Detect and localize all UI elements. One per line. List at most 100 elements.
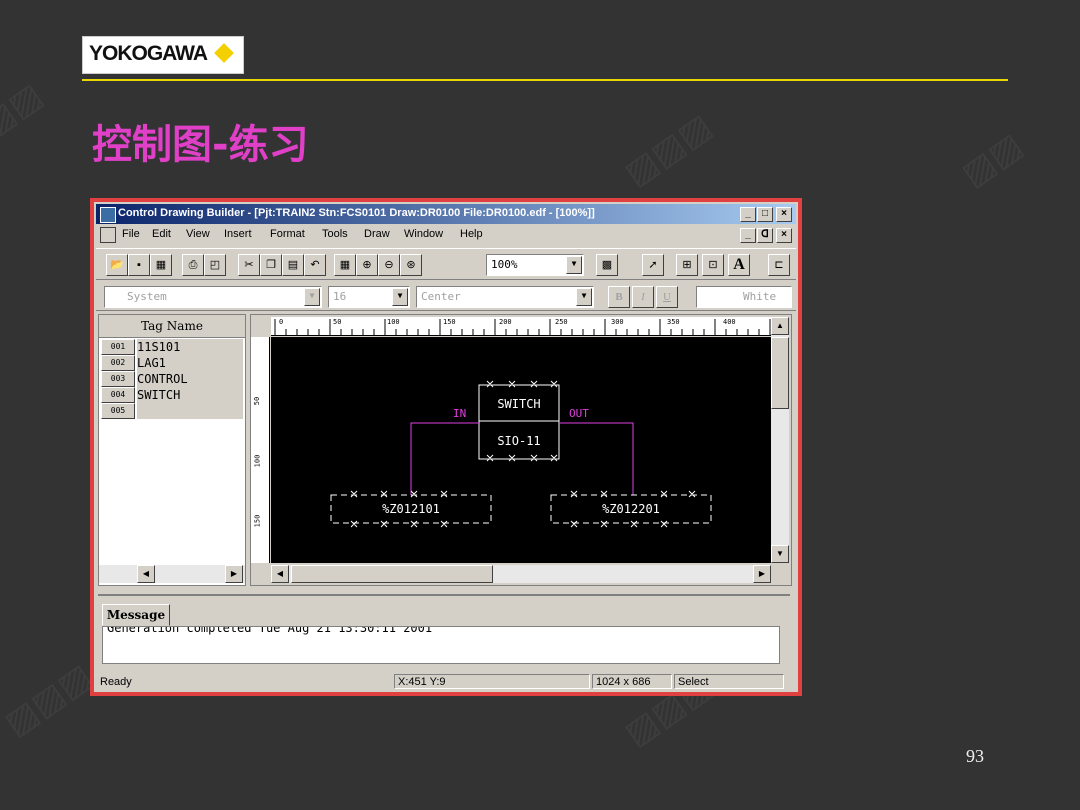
- extra-tool-icon[interactable]: ⊏: [768, 254, 790, 276]
- row-number: 005: [101, 403, 135, 419]
- menu-format[interactable]: Format: [270, 228, 305, 240]
- table-row[interactable]: 002 LAG1: [99, 355, 245, 371]
- table-row[interactable]: 004 SWITCH: [99, 387, 245, 403]
- chevron-down-icon[interactable]: ▼: [576, 288, 592, 306]
- table-row[interactable]: 001 11S101: [99, 339, 245, 355]
- zoom-value: 100%: [491, 258, 518, 271]
- scroll-right-icon[interactable]: ▶: [753, 565, 771, 583]
- menu-edit[interactable]: Edit: [152, 228, 171, 240]
- watermark: ▨▨▨: [0, 655, 100, 745]
- header-rule: [82, 79, 1008, 81]
- status-coords: X:451 Y:9: [394, 674, 590, 689]
- tag-name-cell[interactable]: CONTROL: [137, 371, 243, 387]
- font-value: System: [127, 290, 167, 303]
- table-row[interactable]: 005: [99, 403, 245, 419]
- menu-window[interactable]: Window: [404, 228, 443, 240]
- underline-button[interactable]: U: [656, 286, 678, 308]
- maximize-button[interactable]: □: [757, 207, 773, 222]
- print-preview-icon[interactable]: ◰: [204, 254, 226, 276]
- out-connection-line[interactable]: [559, 422, 634, 495]
- status-bar: Ready X:451 Y:9 1024 x 686 Select: [96, 674, 796, 690]
- scroll-up-icon[interactable]: ▲: [771, 317, 789, 335]
- cut-icon[interactable]: ✂: [238, 254, 260, 276]
- vertical-scrollbar[interactable]: ▲ ▼: [771, 317, 789, 563]
- logo-diamond-icon: [214, 43, 234, 63]
- menu-file[interactable]: File: [122, 228, 140, 240]
- function-block-icon[interactable]: ⊞: [676, 254, 698, 276]
- message-output[interactable]: Generation completed Tue Aug 21 13:30:11…: [102, 626, 780, 664]
- tag-name-cell[interactable]: 11S101: [137, 339, 243, 355]
- color-select[interactable]: White: [696, 286, 792, 308]
- scroll-down-icon[interactable]: ▼: [771, 545, 789, 563]
- zoom-select[interactable]: 100% ▼: [486, 254, 584, 276]
- window-title: Control Drawing Builder - [Pjt:TRAIN2 St…: [118, 207, 595, 219]
- size-select[interactable]: 16 ▼: [328, 286, 410, 308]
- watermark: ▨▨▨: [617, 105, 720, 195]
- italic-button[interactable]: I: [632, 286, 654, 308]
- ruler-label: 100: [253, 454, 262, 468]
- horizontal-scrollbar[interactable]: ◀ ▶: [271, 565, 771, 583]
- minimize-button[interactable]: _: [740, 207, 756, 222]
- save-all-icon[interactable]: ▦: [150, 254, 172, 276]
- ruler-label: 100: [387, 318, 400, 326]
- chevron-down-icon[interactable]: ▼: [392, 288, 408, 306]
- drawing-canvas[interactable]: SWITCH SIO-11 IN OUT %Z012101 %Z012201: [271, 337, 771, 563]
- open-icon[interactable]: 📂: [106, 254, 128, 276]
- ruler-label: 0: [279, 318, 284, 326]
- app-icon[interactable]: [100, 207, 116, 223]
- doc-minimize-button[interactable]: _: [740, 228, 756, 243]
- ruler-label: 150: [443, 318, 456, 326]
- menu-draw[interactable]: Draw: [364, 228, 390, 240]
- zoom-out-icon[interactable]: ⊖: [378, 254, 400, 276]
- chevron-down-icon[interactable]: ▼: [566, 256, 582, 274]
- print-icon[interactable]: ⎙: [182, 254, 204, 276]
- in-connection-line[interactable]: [410, 422, 479, 495]
- save-icon[interactable]: ▪: [128, 254, 150, 276]
- doc-close-button[interactable]: ×: [776, 228, 792, 243]
- document-icon[interactable]: [100, 227, 116, 243]
- zoom-fit-icon[interactable]: ⊛: [400, 254, 422, 276]
- zoom-in-icon[interactable]: ⊕: [356, 254, 378, 276]
- menu-tools[interactable]: Tools: [322, 228, 348, 240]
- tag-name-cell[interactable]: LAG1: [137, 355, 243, 371]
- chevron-down-icon[interactable]: ▼: [304, 288, 320, 306]
- align-select[interactable]: Center ▼: [416, 286, 594, 308]
- tag-name-cell[interactable]: [137, 403, 243, 419]
- ruler-ticks: [274, 319, 771, 335]
- right-terminal-label: %Z012201: [602, 502, 660, 516]
- message-panel: Message Generation completed Tue Aug 21 …: [98, 594, 790, 670]
- menu-insert[interactable]: Insert: [224, 228, 252, 240]
- font-select[interactable]: System ▼: [104, 286, 322, 308]
- status-ready: Ready: [100, 676, 132, 688]
- ruler-label: 300: [611, 318, 624, 326]
- connection-icon[interactable]: ⊡: [702, 254, 724, 276]
- scroll-right-icon[interactable]: ▶: [225, 565, 243, 583]
- select-pointer-icon[interactable]: ➚: [642, 254, 664, 276]
- layout-icon[interactable]: ▩: [596, 254, 618, 276]
- scroll-left-icon[interactable]: ◀: [271, 565, 289, 583]
- tab-message[interactable]: Message: [102, 604, 170, 626]
- menu-help[interactable]: Help: [460, 228, 483, 240]
- row-number: 004: [101, 387, 135, 403]
- paste-icon[interactable]: ▤: [282, 254, 304, 276]
- ruler-label: 200: [499, 318, 512, 326]
- screenshot-frame: Control Drawing Builder - [Pjt:TRAIN2 St…: [90, 198, 802, 696]
- close-button[interactable]: ×: [776, 207, 792, 222]
- scroll-thumb[interactable]: [291, 565, 493, 583]
- scroll-left-icon[interactable]: ◀: [137, 565, 155, 583]
- title-bar[interactable]: Control Drawing Builder - [Pjt:TRAIN2 St…: [96, 204, 796, 224]
- text-tool-icon[interactable]: A: [728, 254, 750, 276]
- ruler-label: 50: [333, 318, 342, 326]
- ruler-label: 150: [253, 514, 262, 528]
- undo-icon[interactable]: ↶: [304, 254, 326, 276]
- table-row[interactable]: 003 CONTROL: [99, 371, 245, 387]
- copy-icon[interactable]: ❐: [260, 254, 282, 276]
- tag-name-cell[interactable]: SWITCH: [137, 387, 243, 403]
- status-mode: Select: [674, 674, 784, 689]
- menu-view[interactable]: View: [186, 228, 210, 240]
- doc-restore-button[interactable]: ᗡ: [757, 228, 773, 243]
- bold-button[interactable]: B: [608, 286, 630, 308]
- grid-icon[interactable]: ▦: [334, 254, 356, 276]
- scroll-thumb[interactable]: [771, 337, 789, 409]
- tag-hscroll[interactable]: ◀ ▶: [99, 565, 245, 583]
